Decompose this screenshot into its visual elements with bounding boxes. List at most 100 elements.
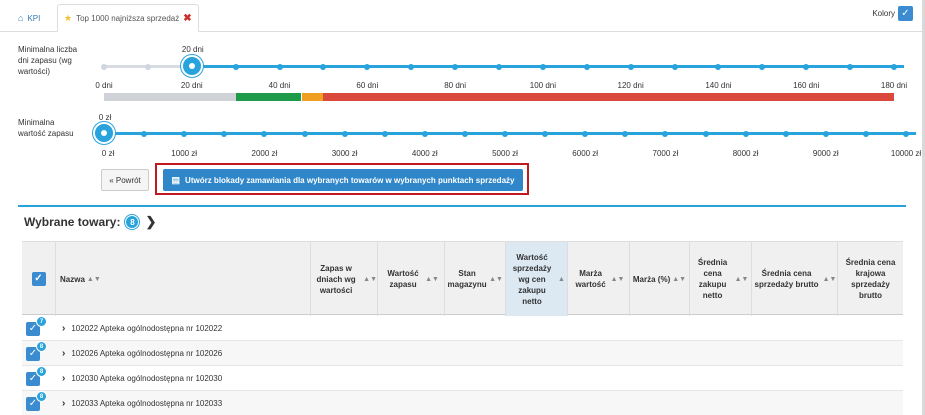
slider-tick-label: 100 dni xyxy=(529,81,556,90)
row-label[interactable]: › 102022 Apteka ogólnodostępna nr 102022 xyxy=(62,323,222,334)
table-row[interactable]: ✓ 8 › 102033 Apteka ogólnodostępna nr 10203… xyxy=(22,391,903,415)
column-header-days[interactable]: Zapas w dniach wg wartości ▲▼ xyxy=(311,242,378,316)
slider-tick-label: 40 dni xyxy=(268,81,291,90)
column-header-avg-purchase[interactable]: Średnia cena zakupu netto ▲▼ xyxy=(690,242,752,316)
sort-icon: ▲▼ xyxy=(489,275,503,283)
slider-step-dot[interactable] xyxy=(803,63,810,70)
sort-asc-icon: ▲ xyxy=(558,275,565,283)
slider-step-dot[interactable] xyxy=(583,63,590,70)
slider-step-dot[interactable] xyxy=(822,130,829,137)
stock-range-bar-segment xyxy=(323,93,894,101)
slider-step-dot[interactable] xyxy=(542,130,549,137)
column-header-label: Marża (%) xyxy=(632,274,671,284)
row-count-badge: 8 xyxy=(36,391,47,402)
slider-tick-label: 4000 zł xyxy=(411,149,438,158)
select-all-checkbox[interactable]: ✓ xyxy=(31,272,46,286)
column-header-stock-value[interactable]: Wartość zapasu ▲▼ xyxy=(378,242,445,316)
selected-products-header[interactable]: Wybrane towary: 8 ❯ xyxy=(24,214,156,230)
slider-step-dot[interactable] xyxy=(276,63,283,70)
slider-tick-label: 140 dni xyxy=(705,81,732,90)
table-row[interactable]: ✓ 7 › 102022 Apteka ogólnodostępna nr 10202… xyxy=(22,316,903,341)
slider-step-dot[interactable] xyxy=(301,130,308,137)
tab-bar: ⌂ KPI ★ Top 1000 najniższa sprzedaż ✖ Ko… xyxy=(0,0,925,32)
column-header-label: Marża wartość xyxy=(575,269,606,289)
slider-step-dot[interactable] xyxy=(381,130,388,137)
column-header-sales-value[interactable]: Wartość sprzedaży wg cen zakupu netto ▲ xyxy=(506,242,568,316)
home-icon: ⌂ xyxy=(18,13,24,23)
slider-step-dot[interactable] xyxy=(496,63,502,70)
tab-top-1000[interactable]: ★ Top 1000 najniższa sprzedaż ✖ xyxy=(57,4,199,32)
slider-step-dot[interactable] xyxy=(662,130,669,137)
slider-tick-label: 180 dni xyxy=(880,81,908,90)
slider-tick-label: 120 dni xyxy=(617,81,644,90)
checkbox-checked-icon[interactable]: ✓ xyxy=(898,6,913,21)
slider-step-dot[interactable] xyxy=(221,130,228,137)
slider-step-dot[interactable] xyxy=(341,130,348,137)
slider-handle[interactable] xyxy=(180,55,203,77)
slider-tick-label: 0 zł xyxy=(101,149,115,158)
slider-step-dot[interactable] xyxy=(782,130,789,137)
slider-step-dot[interactable] xyxy=(461,130,468,137)
table-header: ✓ Nazwa ▲▼ Zapas w dniach wg wartości ▲▼ W… xyxy=(22,241,903,316)
chevron-right-icon[interactable]: › xyxy=(62,348,65,359)
slider-step-dot[interactable] xyxy=(891,63,897,70)
slider-step-dot[interactable] xyxy=(320,63,327,70)
slider-step-dot[interactable] xyxy=(702,130,709,137)
slider-handle[interactable] xyxy=(93,122,115,144)
column-header-margin-pct[interactable]: Marża (%) ▲▼ xyxy=(630,242,690,316)
slider-step-dot[interactable] xyxy=(627,63,634,70)
create-order-block-button[interactable]: ▤ Utwórz blokady zamawiania dla wybranyc… xyxy=(163,169,523,191)
back-button[interactable]: « Powrót xyxy=(101,169,149,191)
row-label[interactable]: › 102033 Apteka ogólnodostępna nr 102033 xyxy=(62,398,222,409)
table-row[interactable]: ✓ 8 › 102026 Apteka ogólnodostępna nr 10202… xyxy=(22,341,903,366)
slider-step-dot[interactable] xyxy=(903,130,909,137)
chevron-right-icon[interactable]: › xyxy=(62,398,65,409)
chevron-right-icon[interactable]: › xyxy=(62,373,65,384)
slider-step-dot[interactable] xyxy=(421,130,428,137)
row-label[interactable]: › 102026 Apteka ogólnodostępna nr 102026 xyxy=(62,348,222,359)
column-header-stock[interactable]: Stan magazynu ▲▼ xyxy=(445,242,506,316)
row-label[interactable]: › 102030 Apteka ogólnodostępna nr 102030 xyxy=(62,373,222,384)
slider-step-dot[interactable] xyxy=(144,63,151,70)
slider-step-dot[interactable] xyxy=(539,63,546,70)
row-name: 102026 Apteka ogólnodostępna nr 102026 xyxy=(71,349,223,358)
chevron-right-icon[interactable]: ❯ xyxy=(145,214,156,230)
slider-step-dot[interactable] xyxy=(862,130,869,137)
tab-kpi[interactable]: ⌂ KPI xyxy=(12,4,46,32)
slider-step-dot[interactable] xyxy=(622,130,629,137)
slider-tick-label: 160 dni xyxy=(793,81,820,90)
slider-step-dot[interactable] xyxy=(141,130,148,137)
create-order-block-label: Utwórz blokady zamawiania dla wybranych … xyxy=(185,175,515,185)
tab-top-1000-label: Top 1000 najniższa sprzedaż xyxy=(76,13,180,23)
column-header-label: Średnia cena zakupu netto xyxy=(697,258,728,300)
sort-icon: ▲▼ xyxy=(86,275,101,283)
slider-step-dot[interactable] xyxy=(452,63,459,70)
slider-step-dot[interactable] xyxy=(759,63,766,70)
slider-step-dot[interactable] xyxy=(715,63,722,70)
row-name: 102033 Apteka ogólnodostępna nr 102033 xyxy=(71,399,223,408)
column-header-label: Stan magazynu xyxy=(447,269,487,289)
table-row[interactable]: ✓ 8 › 102030 Apteka ogólnodostępna nr 10203… xyxy=(22,366,903,391)
slider-value-label: 20 dni xyxy=(181,45,204,54)
slider-step-dot[interactable] xyxy=(582,130,589,137)
select-all-cell: ✓ xyxy=(22,242,56,316)
slider-step-dot[interactable] xyxy=(408,63,415,70)
slider-step-dot[interactable] xyxy=(502,130,508,137)
slider-step-dot[interactable] xyxy=(101,63,107,70)
slider-step-dot[interactable] xyxy=(232,63,239,70)
close-icon[interactable]: ✖ xyxy=(183,13,191,24)
slider-step-dot[interactable] xyxy=(847,63,854,70)
colors-toggle[interactable]: Kolory ✓ xyxy=(872,6,913,21)
chevron-right-icon[interactable]: › xyxy=(62,323,65,334)
colors-toggle-label: Kolory xyxy=(872,9,895,18)
column-header-avg-national[interactable]: Średnia cena krajowa sprzedaży brutto xyxy=(838,242,903,316)
slider-step-dot[interactable] xyxy=(364,63,371,70)
column-header-margin-value[interactable]: Marża wartość ▲▼ xyxy=(568,242,630,316)
column-header-name[interactable]: Nazwa ▲▼ xyxy=(56,242,311,316)
slider-step-dot[interactable] xyxy=(181,130,188,137)
slider-step-dot[interactable] xyxy=(671,63,678,70)
slider-step-dot[interactable] xyxy=(261,130,268,137)
slider-step-dot[interactable] xyxy=(742,130,749,137)
section-divider xyxy=(18,205,906,207)
column-header-avg-sale[interactable]: Średnia cena sprzedaży brutto ▲▼ xyxy=(752,242,838,316)
